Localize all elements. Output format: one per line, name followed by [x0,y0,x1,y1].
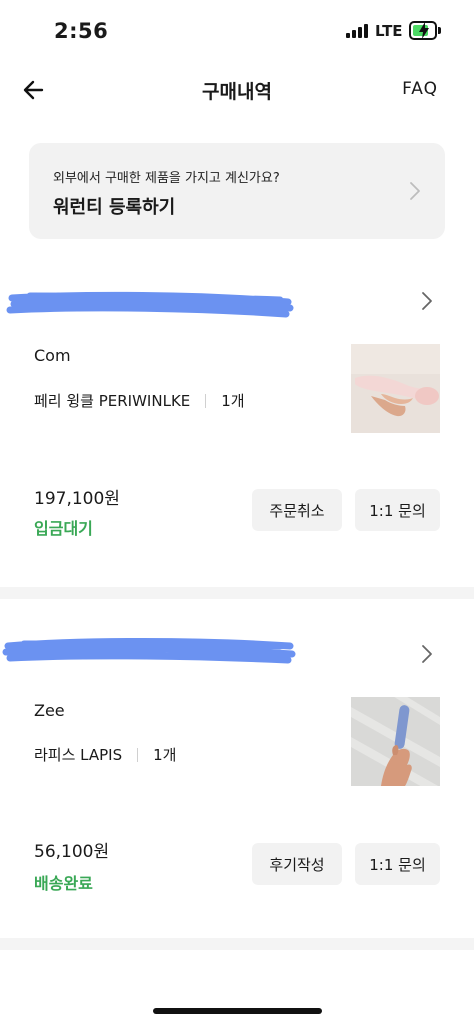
separator [205,393,207,408]
warranty-title: 워런티 등록하기 [53,197,176,218]
network-label: LTE [375,22,403,40]
product-photo [351,697,440,786]
cancel-order-button[interactable]: 주문취소 [252,489,342,531]
faq-link[interactable]: FAQ [402,79,438,99]
product-quantity: 1개 [153,746,177,764]
battery-cap [438,27,441,34]
write-review-button[interactable]: 후기작성 [252,843,342,885]
section-divider [0,587,474,599]
separator [137,747,139,762]
order-price: 197,100원 [34,489,120,509]
section-divider [0,938,474,950]
redaction-scribble [6,291,294,318]
product-name: 라피스 LAPIS [34,746,123,764]
inquiry-button[interactable]: 1:1 문의 [355,843,440,885]
inquiry-button[interactable]: 1:1 문의 [355,489,440,531]
status-bar: 2:56 LTE [0,0,474,60]
warranty-subtitle: 외부에서 구매한 제품을 가지고 계신가요? [53,171,280,186]
order-detail-chevron-icon[interactable] [420,643,434,665]
product-line: 페리 윙클 PERIWINLKE 1개 [34,390,245,411]
order-card: Com 페리 윙클 PERIWINLKE 1개 197,100원 입금대기 주문… [0,278,474,588]
warranty-register-banner[interactable]: 외부에서 구매한 제품을 가지고 계신가요? 워런티 등록하기 [29,143,445,239]
charging-bolt-icon [419,22,429,39]
page-header: 구매내역 FAQ [0,66,474,114]
order-price: 56,100원 [34,842,110,862]
order-status: 입금대기 [34,519,93,538]
product-quantity: 1개 [221,392,245,410]
product-thumbnail[interactable] [351,697,440,786]
product-photo [351,344,440,433]
order-detail-chevron-icon[interactable] [420,290,434,312]
signal-icon [346,24,370,38]
chevron-right-icon [410,182,420,200]
order-status: 배송완료 [34,874,93,893]
product-thumbnail[interactable] [351,344,440,433]
product-brand: Zee [34,701,65,720]
battery-icon [409,21,437,40]
home-indicator[interactable] [153,1008,322,1014]
product-line: 라피스 LAPIS 1개 [34,744,176,765]
redaction-scribble [2,638,296,664]
product-brand: Com [34,346,71,365]
status-time: 2:56 [54,19,109,43]
order-card: Zee 라피스 LAPIS 1개 56,100원 배송완료 후기작성 1:1 문… [0,630,474,940]
product-name: 페리 윙클 PERIWINLKE [34,392,191,410]
